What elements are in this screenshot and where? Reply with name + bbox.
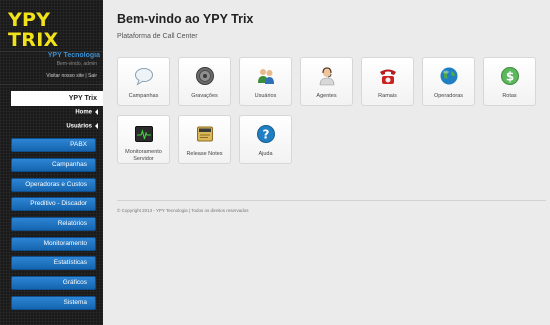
divider [117, 200, 546, 201]
page-subtitle: Plataforma de Call Center [117, 33, 198, 40]
tile-rotas[interactable]: $ Rotas [483, 57, 536, 106]
menu-preditivo-discador[interactable]: Preditivo - Discador [11, 197, 96, 211]
tile-label: Gravações [191, 93, 218, 99]
telephone-icon [379, 69, 396, 84]
menu-operadoras-custos[interactable]: Operadoras e Custos [11, 178, 96, 192]
page-title: Bem-vindo ao YPY Trix [117, 12, 254, 26]
tile-ramais[interactable]: Ramais [361, 57, 414, 106]
agent-headset-icon [319, 67, 334, 86]
menu-pabx[interactable]: PABX [11, 138, 96, 152]
tile-usuarios[interactable]: Usuários [239, 57, 292, 106]
footer-copyright: © Copyright 2013 - YPY Tecnologia | Todo… [117, 208, 249, 213]
tile-gravacoes[interactable]: Gravações [178, 57, 231, 106]
tile-ajuda[interactable]: ? Ajuda [239, 115, 292, 164]
menu-sistema[interactable]: Sistema [11, 296, 96, 310]
tile-campanhas[interactable]: Campanhas [117, 57, 170, 106]
tile-label: Monitoramento Servidor [125, 149, 162, 162]
subnav-label: Usuários [66, 123, 92, 130]
tile-label: Rotas [502, 93, 517, 99]
tile-agentes[interactable]: Agentes [300, 57, 353, 106]
users-icon [257, 69, 274, 84]
divider [0, 84, 103, 85]
tile-label: Ajuda [258, 151, 273, 157]
tile-release-notes[interactable]: Release Notes [178, 115, 231, 164]
subnav-item-home[interactable]: Home [75, 109, 98, 116]
tile-label: Release Notes [186, 151, 223, 157]
tile-label: Operadoras [433, 93, 464, 99]
menu-estatisticas[interactable]: Estatísticas [11, 256, 96, 270]
tile-monitoramento-servidor[interactable]: Monitoramento Servidor [117, 115, 170, 164]
tile-label: Ramais [378, 93, 397, 99]
arrow-left-icon [95, 123, 98, 129]
dollar-coin-icon: $ [500, 67, 519, 85]
logout-link[interactable]: Sair [88, 73, 97, 79]
subnav-label: Home [75, 109, 92, 116]
globe-icon [440, 67, 457, 85]
menu-campanhas[interactable]: Campanhas [11, 158, 96, 172]
main-content: Bem-vindo ao YPY Trix Plataforma de Call… [103, 0, 550, 325]
logo[interactable]: YPY TRIX YPY Tecnologia [8, 10, 100, 60]
heartbeat-monitor-icon [134, 126, 153, 142]
divider [0, 51, 103, 52]
tile-label: Campanhas [128, 93, 159, 99]
arrow-left-icon [95, 109, 98, 115]
speech-bubble-icon [134, 68, 153, 86]
notes-icon [196, 126, 213, 142]
svg-text:$: $ [505, 70, 513, 84]
menu-graficos[interactable]: Gráficos [11, 276, 96, 290]
menu-monitoramento[interactable]: Monitoramento [11, 237, 96, 251]
link-separator: | [85, 73, 87, 79]
welcome-text: Bem-vindo, admin [56, 61, 97, 67]
logo-title: YPY TRIX [8, 9, 59, 51]
user-links: Visitar nosso site | Sair [46, 73, 97, 79]
tile-operadoras[interactable]: Operadoras [422, 57, 475, 106]
active-section-tab[interactable]: YPY Trix [11, 91, 103, 106]
speaker-icon [195, 67, 214, 85]
svg-text:?: ? [262, 128, 269, 142]
subnav-item-usuarios[interactable]: Usuários [66, 123, 98, 130]
sidebar: YPY TRIX YPY Tecnologia Bem-vindo, admin… [0, 0, 103, 325]
logo-subtitle: YPY Tecnologia [47, 52, 100, 59]
help-icon: ? [256, 125, 275, 143]
menu-relatorios[interactable]: Relatórios [11, 217, 96, 231]
tile-label: Agentes [316, 93, 337, 99]
visit-site-link[interactable]: Visitar nosso site [46, 73, 84, 79]
tile-label: Usuários [254, 93, 277, 99]
